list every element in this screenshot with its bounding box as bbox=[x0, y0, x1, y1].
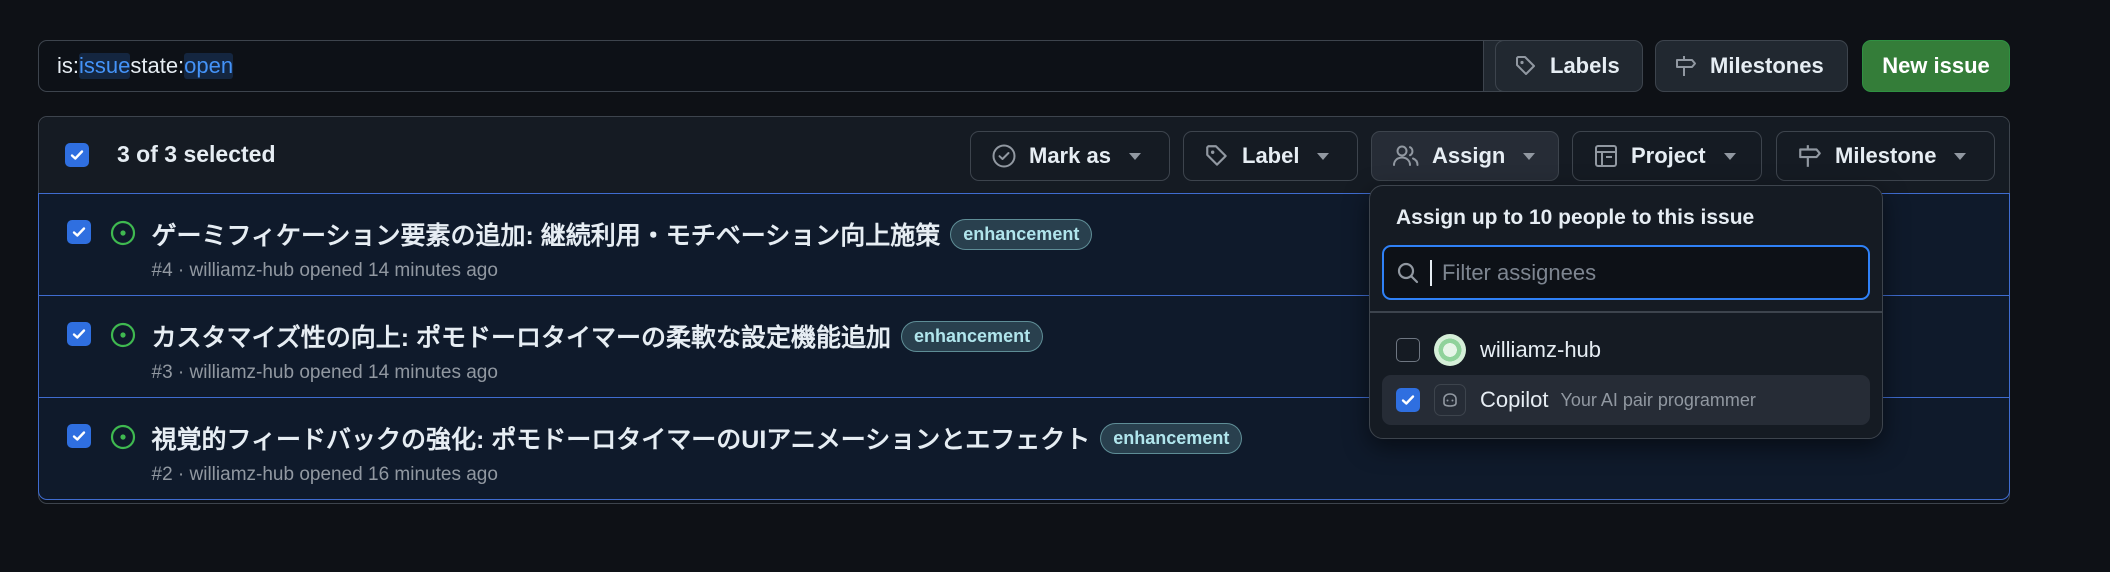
project-button-label: Project bbox=[1631, 143, 1706, 168]
chevron-down-icon bbox=[1723, 152, 1736, 160]
milestones-button-label: Milestones bbox=[1710, 53, 1824, 78]
issue-checkbox[interactable] bbox=[66, 322, 91, 346]
new-issue-label: New issue bbox=[1882, 53, 1990, 78]
labels-button[interactable]: Labels bbox=[1495, 40, 1643, 92]
search-token-issue: issue bbox=[79, 53, 131, 79]
check-icon bbox=[70, 150, 84, 160]
people-icon bbox=[1393, 145, 1419, 166]
new-issue-button[interactable]: New issue bbox=[1862, 40, 2010, 92]
chevron-down-icon bbox=[1523, 152, 1536, 160]
selected-count: 3 of 3 selected bbox=[117, 141, 276, 167]
issue-open-icon bbox=[110, 322, 135, 348]
chevron-down-icon bbox=[1317, 152, 1330, 160]
check-circle-icon bbox=[992, 144, 1016, 168]
project-button[interactable]: Project bbox=[1572, 131, 1762, 181]
issue-checkbox[interactable] bbox=[66, 424, 91, 448]
check-icon bbox=[1401, 395, 1415, 405]
mark-as-button[interactable]: Mark as bbox=[970, 131, 1170, 181]
issue-title-line: ゲーミフィケーション要素の追加: 継続利用・モチベーション向上施策 enhanc… bbox=[152, 216, 1093, 252]
issue-title-line: カスタマイズ性の向上: ポモドーロタイマーの柔軟な設定機能追加 enhancem… bbox=[152, 318, 1044, 354]
search-qualifier-is: is: bbox=[57, 53, 79, 78]
check-icon bbox=[72, 227, 85, 237]
issue-checkbox[interactable] bbox=[66, 220, 91, 244]
issue-title[interactable]: 視覚的フィードバックの強化: ポモドーロタイマーのUIアニメーションとエフェクト bbox=[152, 420, 1091, 456]
bulk-action-bar: 3 of 3 selected Mark as Label Assign Pro… bbox=[39, 117, 2009, 193]
issue-meta: #3 · williamz-hub opened 14 minutes ago bbox=[151, 362, 498, 383]
select-all-checkbox[interactable] bbox=[65, 143, 89, 167]
issue-meta: #4 · williamz-hub opened 14 minutes ago bbox=[151, 260, 498, 281]
assign-button[interactable]: Assign bbox=[1371, 131, 1559, 181]
search-qualifier-state: state: bbox=[130, 53, 185, 78]
assignee-name: williamz-hub bbox=[1480, 337, 1602, 362]
check-icon bbox=[72, 329, 85, 339]
assign-button-label: Assign bbox=[1432, 143, 1506, 168]
search-icon bbox=[1397, 262, 1419, 283]
assignee-option-copilot[interactable]: Copilot Your AI pair programmer bbox=[1382, 375, 1870, 425]
milestones-button[interactable]: Milestones bbox=[1655, 40, 1848, 92]
issue-label[interactable]: enhancement bbox=[901, 320, 1044, 352]
issue-label[interactable]: enhancement bbox=[950, 218, 1093, 250]
issue-open-icon bbox=[110, 220, 135, 246]
avatar bbox=[1434, 334, 1466, 366]
tag-icon bbox=[1206, 145, 1227, 166]
issue-title[interactable]: ゲーミフィケーション要素の追加: 継続利用・モチベーション向上施策 bbox=[152, 216, 941, 252]
label-button-label: Label bbox=[1242, 143, 1300, 168]
milestone-button[interactable]: Milestone bbox=[1776, 131, 1995, 181]
milestone-icon bbox=[1799, 145, 1821, 167]
assignee-description: Your AI pair programmer bbox=[1560, 389, 1756, 410]
filter-assignees-input[interactable] bbox=[1442, 259, 1862, 286]
check-icon bbox=[72, 431, 85, 441]
issue-meta: #2 · williamz-hub opened 16 minutes ago bbox=[151, 464, 498, 485]
chevron-down-icon bbox=[1954, 152, 1967, 160]
text-cursor bbox=[1430, 259, 1432, 286]
issue-title-line: 視覚的フィードバックの強化: ポモドーロタイマーのUIアニメーションとエフェクト… bbox=[152, 420, 1243, 456]
filter-assignees-field[interactable] bbox=[1382, 245, 1870, 300]
copilot-icon bbox=[1434, 384, 1466, 416]
issue-label[interactable]: enhancement bbox=[1100, 422, 1243, 454]
labels-button-label: Labels bbox=[1550, 53, 1620, 78]
chevron-down-icon bbox=[1128, 152, 1141, 160]
milestone-icon bbox=[1676, 56, 1696, 76]
issue-search-input[interactable]: is: issue state: open bbox=[38, 40, 1484, 92]
milestone-button-label: Milestone bbox=[1835, 143, 1937, 168]
project-icon bbox=[1595, 145, 1617, 167]
assignee-name: Copilot bbox=[1480, 387, 1549, 412]
dropdown-divider bbox=[1370, 311, 1882, 313]
mark-as-label: Mark as bbox=[1029, 143, 1111, 168]
assign-dropdown-title: Assign up to 10 people to this issue bbox=[1396, 206, 1755, 229]
issue-title[interactable]: カスタマイズ性の向上: ポモドーロタイマーの柔軟な設定機能追加 bbox=[152, 318, 892, 354]
tag-icon bbox=[1516, 56, 1535, 75]
assignee-option-williamz-hub[interactable]: williamz-hub bbox=[1382, 325, 1870, 375]
issue-open-icon bbox=[110, 424, 135, 450]
assignee-checkbox[interactable] bbox=[1396, 388, 1420, 412]
assign-dropdown: Assign up to 10 people to this issue wil… bbox=[1369, 185, 1883, 439]
assignee-checkbox[interactable] bbox=[1396, 338, 1420, 362]
search-token-open: open bbox=[184, 53, 234, 79]
label-button[interactable]: Label bbox=[1183, 131, 1358, 181]
